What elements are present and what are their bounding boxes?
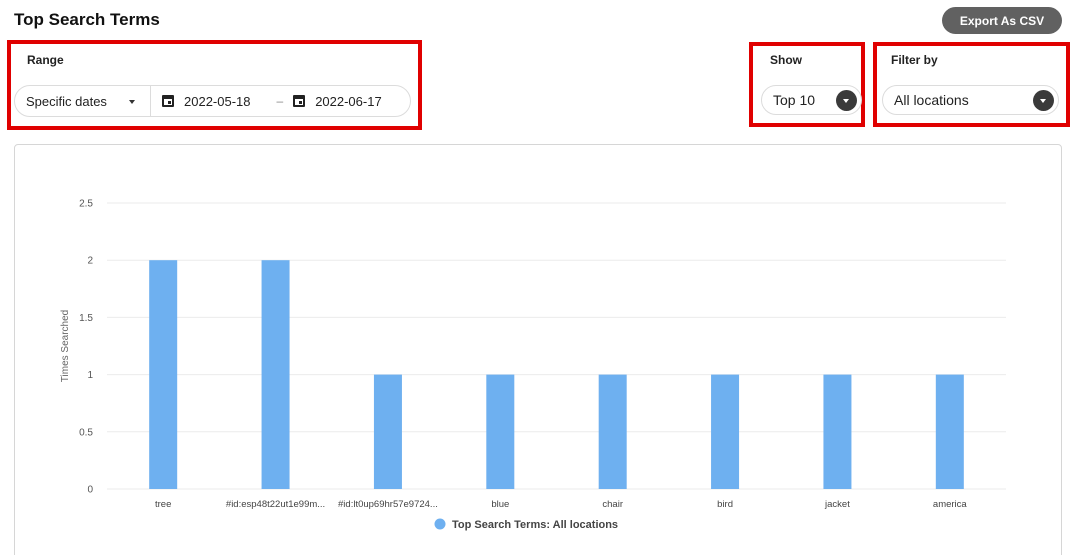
start-date-field[interactable]: 2022-05-18 — [151, 86, 251, 116]
x-tick-label: jacket — [824, 499, 850, 510]
page-title: Top Search Terms — [14, 10, 160, 29]
bar-chart: 0 0.5 1 1.5 2 2.5 Times Searched tree #id:esp48t… — [60, 199, 1006, 531]
bar — [598, 374, 627, 489]
bar — [486, 374, 515, 489]
caret-down-icon — [129, 100, 135, 104]
y-tick-label: 1 — [87, 370, 93, 381]
filter-select[interactable]: All locations — [882, 85, 1059, 115]
legend-marker — [434, 518, 446, 530]
bar — [373, 374, 402, 489]
range-type-value: Specific dates — [26, 93, 107, 109]
bar — [261, 260, 290, 489]
x-tick-label: america — [933, 499, 968, 510]
x-tick-label: tree — [155, 499, 171, 510]
show-label: Show — [770, 53, 802, 67]
y-tick-label: 0 — [87, 485, 93, 496]
y-axis-label: Times Searched — [60, 310, 71, 382]
end-date-value: 2022-06-17 — [315, 93, 382, 109]
x-tick-label: chair — [602, 499, 623, 510]
dropdown-icon — [836, 90, 857, 111]
bar — [149, 260, 178, 489]
x-tick-label: #id:lt0up69hr57e9724... — [338, 499, 438, 510]
legend-label: Top Search Terms: All locations — [452, 519, 618, 531]
range-type-select[interactable]: Specific dates — [15, 86, 151, 116]
x-tick-label: bird — [717, 499, 733, 510]
y-tick-label: 2.5 — [79, 199, 93, 210]
filter-value: All locations — [894, 92, 969, 108]
bar — [711, 374, 740, 489]
range-selector: Specific dates 2022-05-18 – 2022-06-17 — [14, 85, 411, 117]
calendar-icon — [162, 95, 174, 107]
show-select[interactable]: Top 10 — [761, 85, 862, 115]
bar — [935, 374, 964, 489]
show-value: Top 10 — [773, 92, 816, 108]
date-separator: – — [276, 94, 284, 108]
x-tick-label: #id:esp48t22ut1e99m... — [226, 499, 325, 510]
calendar-icon — [293, 95, 306, 107]
end-date-field[interactable]: 2022-06-17 — [293, 86, 382, 116]
start-date-value: 2022-05-18 — [184, 93, 251, 109]
range-label: Range — [27, 53, 64, 67]
filter-label: Filter by — [891, 53, 938, 67]
y-tick-label: 1.5 — [79, 313, 93, 324]
y-tick-label: 2 — [87, 256, 93, 267]
bar — [823, 374, 852, 489]
x-tick-label: blue — [491, 499, 509, 510]
export-csv-button[interactable]: Export As CSV — [942, 7, 1062, 34]
dropdown-icon — [1033, 90, 1054, 111]
y-tick-label: 0.5 — [79, 427, 93, 438]
chart-card: 0 0.5 1 1.5 2 2.5 Times Searched tree #id:esp48t… — [14, 144, 1062, 555]
